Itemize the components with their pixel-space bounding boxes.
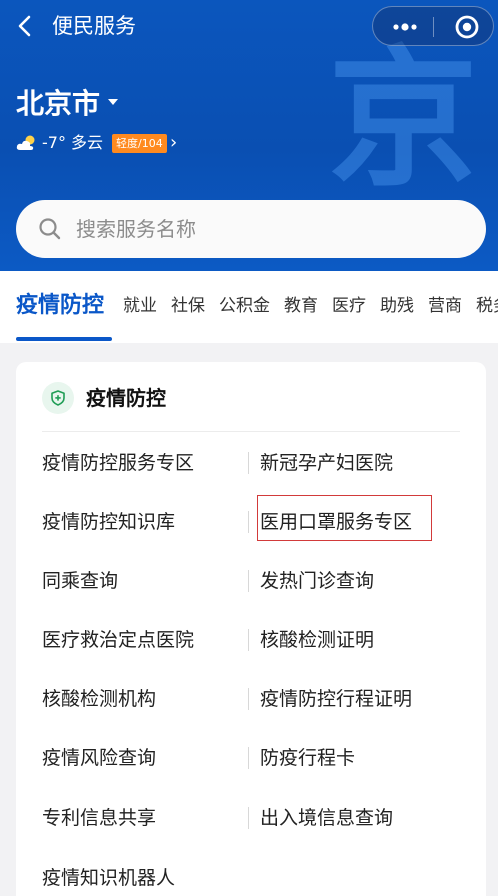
tab-housing-fund[interactable]: 公积金 [219,289,270,323]
tab-employment[interactable]: 就业 [123,289,157,323]
temperature: -7° [42,133,66,152]
chevron-left-icon [18,15,31,37]
city-selector[interactable]: 北京市 [16,84,100,124]
search-icon [39,218,61,240]
tab-tax[interactable]: 税务 [476,289,498,323]
top-bar: 便民服务 [0,0,498,52]
epidemic-services-card: 疫情防控 疫情防控服务专区 疫情防控知识库 同乘查询 医疗救治定点医院 核酸检测… [16,362,486,896]
service-item[interactable]: 疫情知识机器人 [42,863,175,893]
back-button[interactable] [12,10,40,42]
tab-medical[interactable]: 医疗 [332,289,366,323]
more-dots-icon [393,23,417,31]
column-separator [248,688,249,710]
active-tab-indicator [16,337,112,341]
tab-epidemic-prevention[interactable]: 疫情防控 [16,289,104,323]
category-tabs: 疫情防控 就业 社保 公积金 教育 医疗 助残 营商 税务 [0,271,498,343]
page-title: 便民服务 [52,14,136,38]
column-separator [248,807,249,829]
service-item[interactable]: 专利信息共享 [42,803,156,833]
section-title: 疫情防控 [86,386,166,410]
aqi-badge: 轻度/104 [112,134,167,153]
highlight-box [257,495,432,541]
section-divider [42,431,460,432]
tab-social-security[interactable]: 社保 [171,289,205,323]
column-separator [248,629,249,651]
service-item[interactable]: 核酸检测机构 [42,684,156,714]
tab-disability-aid[interactable]: 助残 [380,289,414,323]
close-button[interactable] [447,11,487,43]
service-item[interactable]: 核酸检测证明 [260,625,374,655]
weather-temp-condition: -7° 多云 [42,130,103,156]
column-separator [248,570,249,592]
tab-business[interactable]: 营商 [428,289,462,323]
service-item[interactable]: 疫情防控服务专区 [42,448,194,478]
search-bar[interactable]: 搜索服务名称 [16,200,486,258]
service-item[interactable]: 疫情防控行程证明 [260,684,412,714]
column-separator [248,452,249,474]
more-button[interactable] [383,11,427,43]
chevron-right-icon: › [170,132,178,153]
tab-education[interactable]: 教育 [284,289,318,323]
capsule-divider [433,17,434,37]
service-item[interactable]: 发热门诊查询 [260,566,374,596]
cloud-sun-icon [16,135,35,150]
search-placeholder: 搜索服务名称 [76,217,196,241]
column-separator [248,747,249,769]
service-item[interactable]: 医疗救治定点医院 [42,625,194,655]
service-item[interactable]: 疫情防控知识库 [42,507,175,537]
mini-program-capsule [372,6,494,46]
service-item[interactable]: 新冠孕产妇医院 [260,448,393,478]
column-separator [248,511,249,533]
weather-condition: 多云 [71,133,104,152]
target-circle-icon [455,15,479,39]
shield-plus-icon [42,382,74,414]
caret-down-icon[interactable] [108,99,118,105]
service-item[interactable]: 疫情风险查询 [42,743,156,773]
header: 京 便民服务 北京市 -7° 多云 轻度/104 › 搜索服务名称 [0,0,498,271]
service-item[interactable]: 出入境信息查询 [260,803,393,833]
service-item[interactable]: 防疫行程卡 [260,743,355,773]
background-glyph: 京 [327,33,478,207]
service-item[interactable]: 同乘查询 [42,566,118,596]
